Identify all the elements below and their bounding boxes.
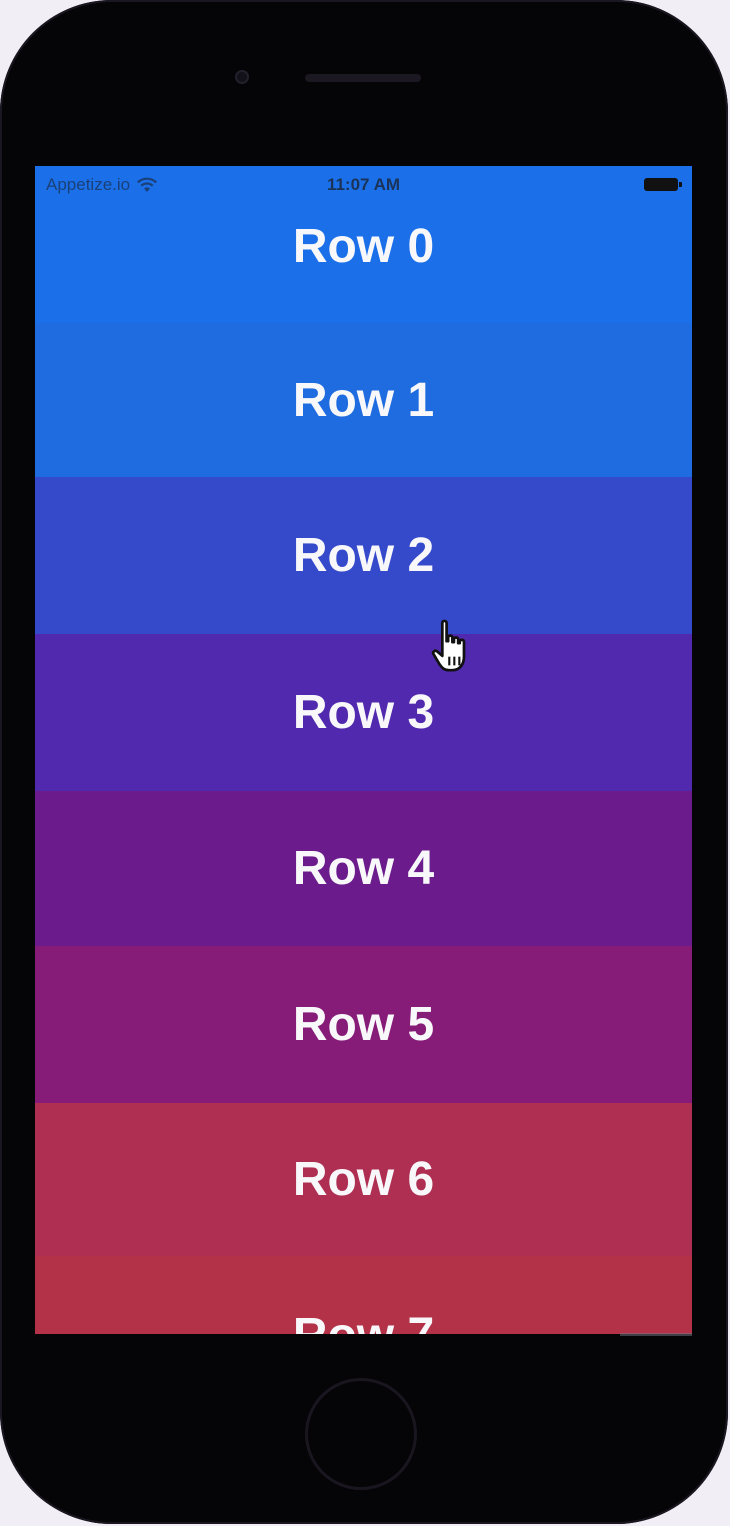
hand-pointer-icon (431, 619, 466, 672)
row-list[interactable]: Row 0 Row 1 Row 2 Row 3 Row 4 Row 5 Row … (35, 166, 692, 1334)
list-row-7[interactable]: Row 7 (35, 1256, 692, 1334)
front-camera (235, 70, 249, 84)
status-bar: Appetize.io 11:07 AM (35, 166, 692, 204)
home-button[interactable] (305, 1378, 417, 1490)
list-row-4[interactable]: Row 4 (35, 791, 692, 946)
row-label: Row 4 (292, 842, 435, 895)
earpiece-speaker (305, 74, 421, 82)
list-row-5[interactable]: Row 5 (35, 946, 692, 1103)
phone-screen: Appetize.io 11:07 AM Row 0 Row 1 Row 2 R… (35, 166, 692, 1334)
list-row-2[interactable]: Row 2 (35, 477, 692, 634)
screen-edge-line (620, 1333, 692, 1336)
row-label: Row 7 (293, 1308, 434, 1334)
phone-frame: Appetize.io 11:07 AM Row 0 Row 1 Row 2 R… (0, 0, 728, 1524)
row-label: Row 1 (292, 373, 435, 427)
row-label: Row 5 (292, 998, 435, 1051)
list-row-3[interactable]: Row 3 (35, 634, 692, 791)
battery-icon (644, 178, 682, 191)
row-label: Row 0 (292, 220, 435, 273)
list-row-1[interactable]: Row 1 (35, 323, 692, 477)
list-row-6[interactable]: Row 6 (35, 1103, 692, 1256)
status-time: 11:07 AM (326, 175, 401, 194)
row-label: Row 2 (292, 529, 435, 582)
row-label: Row 6 (292, 1153, 435, 1206)
row-label: Row 3 (292, 686, 435, 739)
